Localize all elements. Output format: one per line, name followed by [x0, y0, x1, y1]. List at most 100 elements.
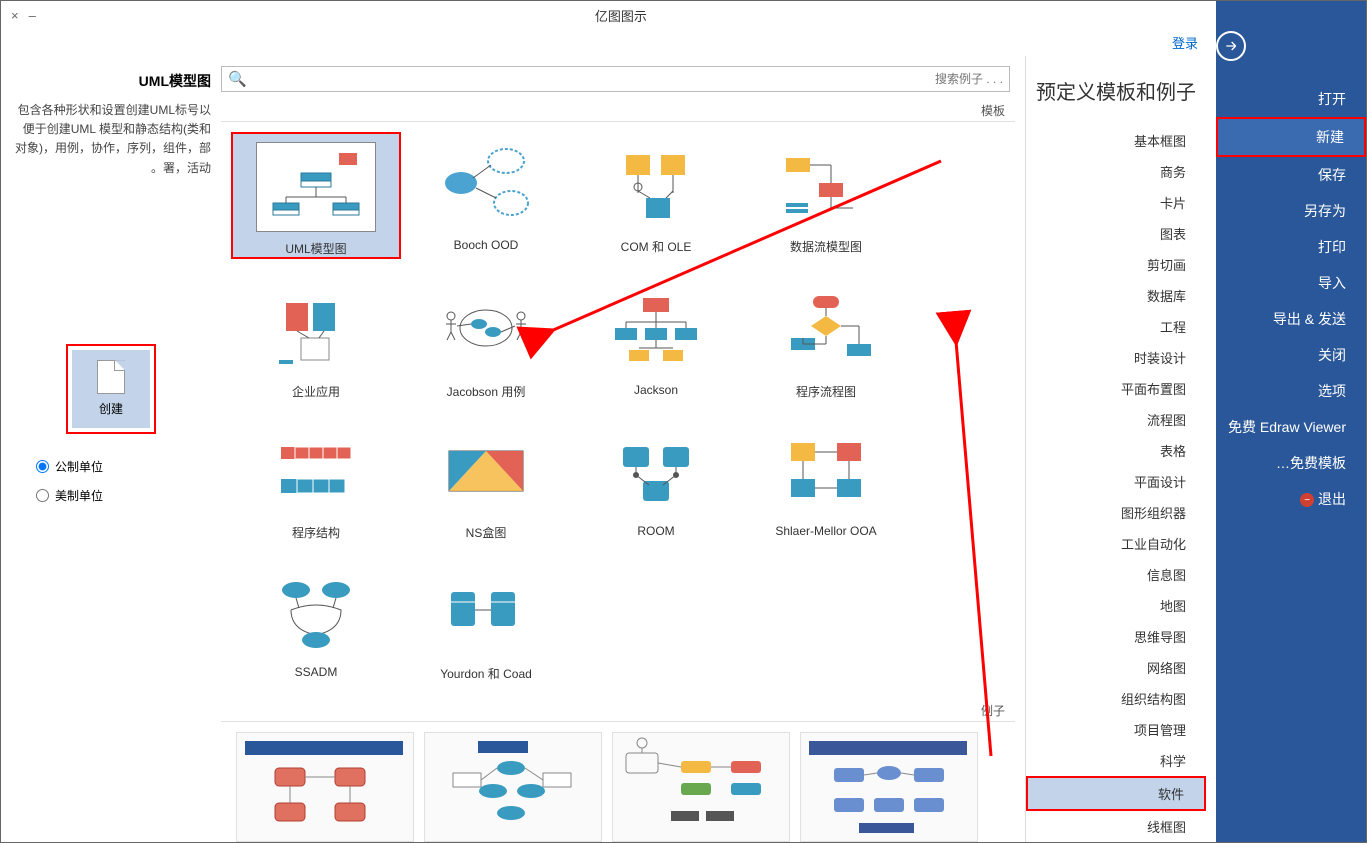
rail-item-saveas[interactable]: 另存为: [1216, 193, 1366, 229]
template-jackson-caption: Jackson: [571, 383, 741, 397]
template-progflow[interactable]: 程序流程图: [741, 277, 911, 400]
rail-item-save[interactable]: 保存: [1216, 157, 1366, 193]
content-area: – × 亿图图示 登录 预定义模板和例子 基本框图 商务 卡片 图表 剪切画 数…: [1, 1, 1216, 842]
template-room[interactable]: ROOM: [571, 418, 741, 541]
cat-project[interactable]: 项目管理: [1026, 714, 1206, 745]
window-controls: – ×: [11, 8, 36, 23]
cat-flowchart[interactable]: 流程图: [1026, 404, 1206, 435]
cat-clipart[interactable]: 剪切画: [1026, 249, 1206, 280]
unit-metric-label: 公制单位: [55, 458, 103, 475]
search-icon: 🔍: [228, 70, 247, 88]
template-shlaer[interactable]: Shlaer-Mellor OOA: [741, 418, 911, 541]
examples-grid: [221, 732, 1015, 842]
login-link[interactable]: 登录: [1, 29, 1216, 56]
example-4[interactable]: [800, 732, 978, 842]
rail-item-new[interactable]: 新建: [1216, 117, 1366, 157]
rail-item-export[interactable]: 导出 & 发送: [1216, 301, 1366, 337]
cat-orgchart[interactable]: 组织结构图: [1026, 683, 1206, 714]
template-ns[interactable]: NS盒图: [401, 418, 571, 541]
example-4-thumb: [800, 732, 978, 842]
search-input[interactable]: [251, 72, 1003, 86]
cat-form[interactable]: 表格: [1026, 435, 1206, 466]
rail-item-options[interactable]: 选项: [1216, 373, 1366, 409]
cat-infographic[interactable]: 信息图: [1026, 559, 1206, 590]
create-label: 创建: [99, 400, 123, 417]
template-jacobson[interactable]: Jacobson 用例: [401, 277, 571, 400]
rail-exit-label: 退出: [1318, 491, 1346, 507]
cat-network[interactable]: 网络图: [1026, 652, 1206, 683]
cat-industrial[interactable]: 工业自动化: [1026, 528, 1206, 559]
template-ssadm-caption: SSADM: [231, 665, 401, 679]
cat-graphicdesign[interactable]: 平面设计: [1026, 466, 1206, 497]
template-enterprise-thumb: [256, 285, 376, 375]
categories-heading: 预定义模板和例子: [1026, 76, 1206, 105]
cat-basic[interactable]: 基本框图: [1026, 125, 1206, 156]
template-booch[interactable]: Booch OOD: [401, 132, 571, 259]
cat-science[interactable]: 科学: [1026, 745, 1206, 776]
template-enterprise[interactable]: 企业应用: [231, 277, 401, 400]
template-shlaer-caption: Shlaer-Mellor OOA: [741, 524, 911, 538]
exit-icon: −: [1300, 493, 1314, 507]
template-jackson[interactable]: Jackson: [571, 277, 741, 400]
rail-item-close[interactable]: 关闭: [1216, 337, 1366, 373]
cat-software[interactable]: 软件: [1026, 776, 1206, 811]
cat-map[interactable]: 地图: [1026, 590, 1206, 621]
template-ssadm-thumb: [256, 567, 376, 657]
template-dataflow-thumb: [766, 140, 886, 230]
example-3[interactable]: [612, 732, 790, 842]
template-room-caption: ROOM: [571, 524, 741, 538]
example-1[interactable]: [236, 732, 414, 842]
cat-card[interactable]: 卡片: [1026, 187, 1206, 218]
unit-us-row[interactable]: 美制单位: [36, 487, 186, 504]
cat-wireframe[interactable]: 线框图: [1026, 811, 1206, 842]
rail-item-viewer[interactable]: 免费 Edraw Viewer: [1216, 409, 1366, 445]
cat-fashion[interactable]: 时装设计: [1026, 342, 1206, 373]
right-panel-description: 包含各种形状和设置创建UML标号以便于创建UML 模型和静态结构(类和对象)，用…: [11, 101, 211, 178]
window-minimize[interactable]: –: [29, 8, 36, 23]
examples-section-label: 例子: [221, 700, 1015, 722]
template-uml[interactable]: UML模型图: [231, 132, 401, 259]
template-dataflow[interactable]: 数据流模型图: [741, 132, 911, 259]
template-room-thumb: [596, 426, 716, 516]
template-yourdon[interactable]: Yourdon 和 Coad: [401, 559, 571, 682]
template-enterprise-caption: 企业应用: [231, 383, 401, 400]
template-com[interactable]: COM 和 OLE: [571, 132, 741, 259]
gallery-scroll[interactable]: 模板: [221, 100, 1025, 842]
cat-database[interactable]: 数据库: [1026, 280, 1206, 311]
unit-metric-radio[interactable]: [36, 460, 49, 473]
cat-chart[interactable]: 图表: [1026, 218, 1206, 249]
template-booch-thumb: [426, 140, 546, 230]
unit-us-radio[interactable]: [36, 489, 49, 502]
templates-section-label: 模板: [221, 100, 1015, 122]
rail-item-free-templates[interactable]: 免费模板…: [1216, 445, 1366, 481]
template-uml-thumb: [256, 142, 376, 232]
template-dataflow-caption: 数据流模型图: [741, 238, 911, 255]
new-document-icon: [97, 360, 125, 394]
rail-item-open[interactable]: 打开: [1216, 81, 1366, 117]
template-ssadm[interactable]: SSADM: [231, 559, 401, 682]
example-1-thumb: [236, 732, 414, 842]
cat-engineering[interactable]: 工程: [1026, 311, 1206, 342]
cat-mindmap[interactable]: 思维导图: [1026, 621, 1206, 652]
window-close[interactable]: ×: [11, 8, 19, 23]
create-button[interactable]: 创建: [72, 350, 150, 428]
cat-floorplan[interactable]: 平面布置图: [1026, 373, 1206, 404]
template-progstruct-caption: 程序结构: [231, 524, 401, 541]
cat-business[interactable]: 商务: [1026, 156, 1206, 187]
template-booch-caption: Booch OOD: [401, 238, 571, 252]
rail-item-exit[interactable]: 退出 −: [1216, 481, 1366, 517]
rail-item-print[interactable]: 打印: [1216, 229, 1366, 265]
rail-item-import[interactable]: 导入: [1216, 265, 1366, 301]
categories-panel: 预定义模板和例子 基本框图 商务 卡片 图表 剪切画 数据库 工程 时装设计 平…: [1026, 56, 1216, 842]
example-2[interactable]: [424, 732, 602, 842]
cat-graphicorg[interactable]: 图形组织器: [1026, 497, 1206, 528]
back-button[interactable]: [1216, 31, 1246, 61]
unit-metric-row[interactable]: 公制单位: [36, 458, 186, 475]
search-box[interactable]: 🔍: [221, 66, 1010, 92]
template-jacobson-thumb: [426, 285, 546, 375]
template-progstruct[interactable]: 程序结构: [231, 418, 401, 541]
template-jackson-thumb: [596, 285, 716, 375]
app-title: 亿图图示: [595, 6, 647, 25]
right-panel: UML模型图 包含各种形状和设置创建UML标号以便于创建UML 模型和静态结构(…: [1, 56, 221, 842]
template-jacobson-caption: Jacobson 用例: [401, 383, 571, 400]
